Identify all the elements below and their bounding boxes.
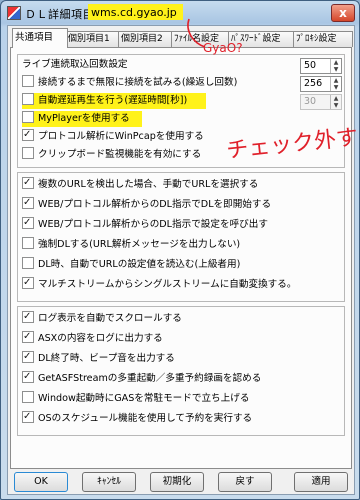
row-dl-immediate[interactable]: WEB/プロトコル解析からのDL指示でDLを即開始する — [22, 195, 272, 213]
reset-button[interactable]: 初期化 — [150, 472, 204, 492]
checkbox[interactable] — [22, 147, 34, 159]
row-manual-url-select[interactable]: 複数のURLを検出した場合、手動でURLを選択する — [22, 175, 259, 193]
row-label: DL時、自動でURLの設定値を読込む(上級者用) — [38, 259, 241, 270]
row-beep-on-finish[interactable]: DL終了時、ビープ音を出力する — [22, 349, 175, 367]
ok-button[interactable]: OK — [14, 472, 68, 492]
spinner-value: 256 — [304, 78, 323, 89]
title-bar[interactable]: ＤＬ詳細項目設定 wms.cd.gyao.jp x — [1, 1, 359, 25]
row-label: MyPlayerを使用する — [38, 113, 130, 124]
row-label: 強制DLする(URL解析メッセージを出力しない) — [38, 239, 241, 250]
tab-individual-2[interactable]: 個別項目2 — [118, 31, 174, 47]
dialog-client: 共通項目 個別項目1 個別項目2 ﾌｧｲﾙ名設定 ﾊﾟｽﾜｰﾄﾞ設定 ﾌﾟﾛｷｼ… — [7, 25, 355, 495]
row-label: DL終了時、ビープ音を出力する — [38, 353, 175, 364]
spinner-arrows-icon: ▲ ▼ — [330, 95, 341, 109]
tab-panel-common: ライブ連続取込回数設定 50 ▲ ▼ 接続するまで無限に接続を試みる(繰返し回数)… — [10, 47, 352, 469]
row-infinite-retry[interactable]: 接続するまで無限に接続を試みる(繰返し回数) — [22, 75, 237, 91]
row-label: Window起動時にGASを常駐モードで立ち上げる — [38, 393, 250, 404]
checkbox[interactable] — [22, 369, 34, 385]
checkbox[interactable] — [22, 409, 34, 425]
checkbox[interactable] — [22, 257, 34, 269]
checkbox[interactable] — [22, 93, 34, 105]
row-label: ASXの内容をログに出力する — [38, 333, 163, 344]
spinner-arrows-icon[interactable]: ▲ ▼ — [330, 59, 341, 73]
checkbox[interactable] — [22, 111, 34, 123]
spinner-value: 50 — [304, 60, 317, 71]
group-log-and-system: ログ表示を自動でスクロールする ASXの内容をログに出力する DL終了時、ビープ… — [17, 306, 345, 436]
spinner-arrows-icon[interactable]: ▲ ▼ — [330, 77, 341, 91]
row-label: プロトコル解析にWinPcapを使用する — [38, 131, 204, 142]
spinner-value: 30 — [304, 96, 317, 107]
row-label: 複数のURLを検出した場合、手動でURLを選択する — [38, 179, 259, 190]
row-auto-delay-play[interactable]: 自動遅延再生を行う(遅延時間[秒]) — [22, 93, 187, 109]
row-force-dl[interactable]: 強制DLする(URL解析メッセージを出力しない) — [22, 237, 240, 253]
live-count-spinner[interactable]: 50 ▲ ▼ — [300, 58, 342, 74]
row-os-scheduler[interactable]: OSのスケジュール機能を使用して予約を実行する — [22, 409, 253, 427]
row-live-count: ライブ連続取込回数設定 — [22, 57, 128, 73]
row-multistream-convert[interactable]: マルチストリームからシングルストリームに自動変換する。 — [22, 275, 297, 293]
row-asx-log[interactable]: ASXの内容をログに出力する — [22, 329, 163, 347]
checkbox[interactable] — [22, 215, 34, 231]
window-title-domain: wms.cd.gyao.jp — [91, 6, 177, 19]
checkbox[interactable] — [22, 175, 34, 191]
row-label: クリップボード監視機能を有効にする — [38, 149, 202, 160]
row-dl-load-settings[interactable]: WEB/プロトコル解析からのDL指示で設定を呼び出す — [22, 215, 268, 233]
row-label: ログ表示を自動でスクロールする — [38, 313, 182, 324]
annotation-gyao: GyaO? — [203, 41, 243, 55]
revert-button[interactable]: 戻す — [218, 472, 272, 492]
close-button[interactable]: x — [331, 4, 355, 22]
tab-proxy[interactable]: ﾌﾟﾛｷｼ設定 — [293, 31, 353, 47]
row-label: 接続するまで無限に接続を試みる(繰返し回数) — [38, 77, 238, 88]
row-winpcap[interactable]: プロトコル解析にWinPcapを使用する — [22, 127, 204, 145]
tab-common[interactable]: 共通項目 — [12, 28, 68, 48]
row-myplayer[interactable]: MyPlayerを使用する — [22, 111, 130, 127]
tab-individual-1[interactable]: 個別項目1 — [65, 31, 121, 47]
app-icon — [7, 6, 21, 20]
settings-window: ＤＬ詳細項目設定 wms.cd.gyao.jp x 共通項目 個別項目1 個別項… — [0, 0, 360, 500]
button-bar: OK ｷｬﾝｾﾙ 初期化 戻す 適用 — [10, 472, 352, 492]
row-label: WEB/プロトコル解析からのDL指示で設定を呼び出す — [38, 219, 268, 230]
row-auto-load-url-settings[interactable]: DL時、自動でURLの設定値を読込む(上級者用) — [22, 257, 240, 273]
checkbox[interactable] — [22, 237, 34, 249]
cancel-button[interactable]: ｷｬﾝｾﾙ — [82, 472, 136, 492]
checkbox[interactable] — [22, 75, 34, 87]
checkbox[interactable] — [22, 309, 34, 325]
checkbox[interactable] — [22, 349, 34, 365]
checkbox[interactable] — [22, 391, 34, 403]
row-auto-scroll-log[interactable]: ログ表示を自動でスクロールする — [22, 309, 182, 327]
apply-button[interactable]: 適用 — [294, 472, 348, 492]
row-label: 自動遅延再生を行う(遅延時間[秒]) — [38, 95, 188, 106]
row-label: WEB/プロトコル解析からのDL指示でDLを即開始する — [38, 199, 272, 210]
group-url-handling: 複数のURLを検出した場合、手動でURLを選択する WEB/プロトコル解析からの… — [17, 172, 345, 302]
checkbox[interactable] — [22, 127, 34, 143]
row-label: GetASFStreamの多重起動／多重予約録画を認める — [38, 373, 262, 384]
checkbox[interactable] — [22, 195, 34, 211]
row-label: OSのスケジュール機能を使用して予約を実行する — [38, 413, 253, 424]
row-label: マルチストリームからシングルストリームに自動変換する。 — [38, 279, 297, 290]
row-multi-launch[interactable]: GetASFStreamの多重起動／多重予約録画を認める — [22, 369, 262, 387]
row-clipboard-watch[interactable]: クリップボード監視機能を有効にする — [22, 147, 201, 163]
row-label: ライブ連続取込回数設定 — [22, 59, 128, 70]
checkbox[interactable] — [22, 275, 34, 291]
checkbox[interactable] — [22, 329, 34, 345]
delay-seconds-spinner: 30 ▲ ▼ — [300, 94, 342, 110]
row-resident-mode[interactable]: Window起動時にGASを常駐モードで立ち上げる — [22, 391, 249, 407]
retry-count-spinner[interactable]: 256 ▲ ▼ — [300, 76, 342, 92]
